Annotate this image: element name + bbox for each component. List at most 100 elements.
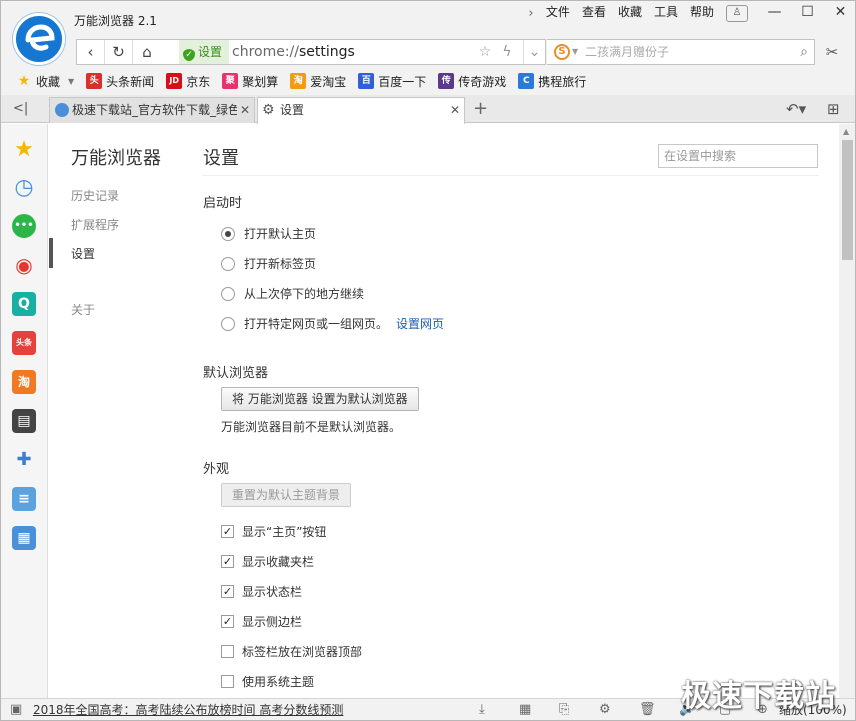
back-arrow-icon[interactable]: ‹ [77,40,105,64]
appearance-heading: 外观 [203,462,230,477]
translate-icon[interactable]: ⎘ [559,699,569,720]
close-tab-icon[interactable]: ✕ [450,98,460,122]
checkbox-show-home[interactable]: ✓ 显示“主页”按钮 [221,523,326,540]
new-tab-plus-icon[interactable]: + [473,95,488,123]
dropdown-chevron-icon[interactable]: ⌄ [523,40,545,64]
checkbox[interactable]: ✓ [221,525,234,538]
ctrip-icon: C [518,73,535,89]
search-engine-dropdown-icon[interactable]: ▼ [572,40,578,64]
search-box[interactable]: S ▼ 二孩满月赠份子 ⌕ [547,39,815,65]
refresh-icon[interactable]: ↻ [105,40,133,64]
reset-theme-button[interactable]: 重置为默认主题背景 [221,483,352,507]
checkbox-show-sidebar[interactable]: ✓ 显示侧边栏 [221,613,302,630]
nav-extensions[interactable]: 扩展程序 [71,216,119,233]
menu-file[interactable]: 文件 [540,1,576,25]
video-icon[interactable]: ▤ [12,409,36,433]
secure-badge[interactable]: ✓ 设置 [179,40,229,64]
toutiao-icon[interactable]: 头条 [12,331,36,355]
collapse-sidebar-icon[interactable]: <| [13,95,28,123]
nav-history[interactable]: 历史记录 [71,187,119,204]
bookmark-item[interactable]: 聚聚划算 [222,73,278,90]
scroll-up-arrow-icon[interactable]: ▲ [843,127,849,136]
star-icon: ★ [17,73,31,89]
bookmarks-bar: ★ 收藏 ▼ 头头条新闻 JD 京东 聚聚划算 淘爱淘宝 百百度一下 传传奇游戏 … [1,67,855,95]
search-icon[interactable]: ⌕ [800,40,808,64]
page-title: 设置 [203,148,239,169]
bookmark-item[interactable]: 头头条新闻 [86,73,154,90]
watermark-text: 极速下载站 [681,679,836,714]
tab-strip: <| 极速下载站_官方软件下载_绿色 ✕ ⚙ 设置 ✕ + ↶▾ ⊞ [1,95,855,124]
chevron-right-icon[interactable]: › [522,6,540,21]
startup-option-homepage[interactable]: 打开默认主页 [221,225,316,242]
checkbox-tabs-on-top[interactable]: 标签栏放在浏览器顶部 [221,643,362,660]
close-tab-icon[interactable]: ✕ [236,98,250,122]
star-icon[interactable]: ★ [12,138,36,162]
checkbox[interactable] [221,675,234,688]
close-button[interactable]: ✕ [824,1,855,25]
url-text[interactable]: chrome://settings [232,40,355,64]
checkbox-show-statusbar[interactable]: ✓ 显示状态栏 [221,583,302,600]
news-feed-icon[interactable]: ▣ [10,699,22,720]
scrollbar-thumb[interactable] [842,140,853,260]
game-controller-icon[interactable]: ✚ [12,448,36,472]
weibo-icon[interactable]: ◉ [12,253,36,277]
search-app-icon[interactable]: Q [12,292,36,316]
news-ticker-link[interactable]: 2018年全国高考：高考陆续公布放榜时间 高考分数线预测 [33,699,343,720]
trash-icon[interactable]: 🗑 [639,699,656,720]
address-bar[interactable]: ‹ ↻ ⌂ ✓ 设置 chrome://settings ☆ ϟ ⌄ [76,39,546,65]
checkbox[interactable]: ✓ [221,585,234,598]
taobao-icon[interactable]: 淘 [12,370,36,394]
nav-settings[interactable]: 设置 [71,245,95,262]
search-input[interactable]: 二孩满月赠份子 [585,40,669,64]
checkbox-show-bookmarks[interactable]: ✓ 显示收藏夹栏 [221,553,314,570]
calculator-icon[interactable]: ▦ [12,526,36,550]
menu-help[interactable]: 帮助 [684,1,720,25]
menu-tools[interactable]: 工具 [648,1,684,25]
home-icon[interactable]: ⌂ [133,40,161,64]
menu-bar: › 文件 查看 收藏 工具 帮助 ♙ — ☐ ✕ [522,1,855,25]
set-pages-link[interactable]: 设置网页 [396,315,444,332]
radio-button[interactable] [221,256,235,271]
globe-icon [55,103,69,117]
browser-window: 万能浏览器 2.1 › 文件 查看 收藏 工具 帮助 ♙ — ☐ ✕ ‹ ↻ ⌂… [0,0,856,721]
settings-gear-icon[interactable]: ⚙ [599,699,611,720]
bookmark-star-icon[interactable]: ☆ [475,40,495,64]
radio-button[interactable] [221,226,235,241]
checkbox[interactable]: ✓ [221,615,234,628]
bookmark-item[interactable]: 百百度一下 [358,73,426,90]
download-icon[interactable]: ⤓ [479,699,485,720]
user-account-icon[interactable]: ♙ [726,4,748,22]
vertical-scrollbar[interactable]: ▲ [839,124,855,698]
scissors-icon[interactable]: ✂ [821,39,843,65]
startup-option-continue[interactable]: 从上次停下的地方继续 [221,285,364,302]
favorites-menu[interactable]: ★ 收藏 ▼ [16,73,74,90]
radio-button[interactable] [221,316,235,331]
tab-settings[interactable]: ⚙ 设置 ✕ [257,97,465,124]
startup-option-newtab[interactable]: 打开新标签页 [221,255,316,272]
startup-option-specific-pages[interactable]: 打开特定网页或一组网页。 设置网页 [221,315,444,332]
screenshot-icon[interactable]: ▦ [519,699,531,720]
lightning-icon[interactable]: ϟ [497,40,517,64]
undo-close-tab-icon[interactable]: ↶▾ [786,95,806,123]
checkbox[interactable]: ✓ [221,555,234,568]
history-clock-icon[interactable]: ◷ [12,176,36,200]
menu-view[interactable]: 查看 [576,1,612,25]
radio-button[interactable] [221,286,235,301]
bookmark-item[interactable]: JD 京东 [166,73,210,90]
checkbox-system-theme[interactable]: 使用系统主题 [221,673,314,690]
maximize-button[interactable]: ☐ [791,1,824,25]
tab-download-site[interactable]: 极速下载站_官方软件下载_绿色 ✕ [49,97,255,123]
checkbox[interactable] [221,645,234,658]
notes-icon[interactable]: ≡ [12,487,36,511]
nav-about[interactable]: 关于 [71,301,95,318]
wechat-icon[interactable]: ••• [12,214,36,238]
sogou-search-icon[interactable]: S [554,44,570,60]
settings-search-input[interactable]: 在设置中搜索 [658,144,818,168]
bookmark-item[interactable]: C 携程旅行 [518,73,586,90]
tab-grid-icon[interactable]: ⊞ [827,95,840,123]
menu-favorites[interactable]: 收藏 [612,1,648,25]
set-default-browser-button[interactable]: 将 万能浏览器 设置为默认浏览器 [221,387,419,411]
minimize-button[interactable]: — [758,1,791,25]
bookmark-item[interactable]: 传传奇游戏 [438,73,506,90]
bookmark-item[interactable]: 淘爱淘宝 [290,73,346,90]
